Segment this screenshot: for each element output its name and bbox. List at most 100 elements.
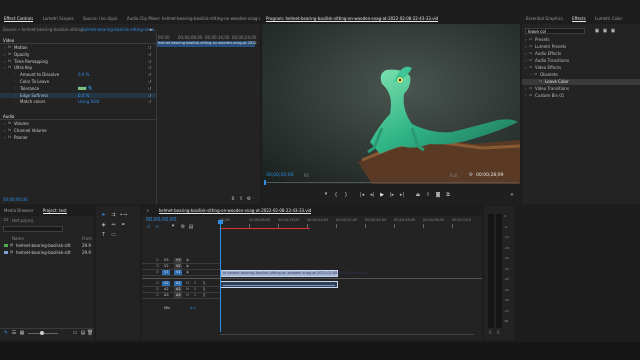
fit-dropdown[interactable]: Fit [304, 173, 309, 178]
new-bin-icon[interactable]: ▭ [72, 330, 78, 336]
tree-item[interactable]: Custom Bin 01 [535, 93, 564, 98]
go-to-out-icon[interactable]: ▸| [398, 192, 406, 198]
solo-left-button[interactable]: S [489, 330, 492, 335]
effect-row-label[interactable]: Panner [14, 135, 28, 140]
effect-row-label[interactable]: Color To Leave [20, 79, 49, 84]
tab-effects[interactable]: Effects [568, 14, 590, 24]
effect-row-toggle[interactable]: › [4, 45, 6, 50]
reset-icon[interactable]: ↺ [148, 52, 151, 57]
yuv-icon[interactable]: ▣ [610, 28, 616, 34]
tree-toggle[interactable]: › [525, 65, 527, 70]
tree-item[interactable]: Obsolete [540, 72, 558, 77]
step-forward-icon[interactable]: |▸ [388, 192, 396, 198]
tab-project[interactable]: Project: test [39, 206, 71, 216]
icon-view-icon[interactable]: ▦ [19, 330, 25, 336]
pencil-icon[interactable]: ✎ [3, 330, 9, 336]
reset-icon[interactable]: ↺ [148, 79, 151, 84]
project-header-name[interactable]: Name [12, 236, 24, 241]
tree-toggle[interactable]: › [525, 44, 527, 49]
timeline-playhead[interactable] [220, 220, 221, 332]
work-area-bar[interactable] [220, 228, 310, 229]
trash-icon[interactable]: 🗑 [87, 330, 93, 336]
list-view-icon[interactable]: ☰ [11, 330, 17, 336]
ripple-edit-tool-icon[interactable]: ⟷ [120, 212, 127, 218]
tab-sequence[interactable]: helmet-bearing-basilisk-sitting-on-woode… [155, 206, 316, 216]
linked-selection-icon[interactable]: ∞ [154, 224, 160, 230]
wrench-icon[interactable]: ⚙ [246, 196, 252, 202]
close-icon[interactable]: × [142, 206, 153, 216]
camera-icon[interactable]: ◙ [434, 192, 442, 198]
effect-controls-timecode[interactable]: 00;00;00;00 [3, 197, 27, 202]
accelerated-icon[interactable]: ▣ [594, 28, 600, 34]
mini-clip-bar[interactable]: helmet-bearing-basilisk-sitting-on-woode… [157, 41, 257, 47]
mark-in-icon[interactable]: { [332, 192, 340, 198]
tree-item[interactable]: Video Effects [535, 65, 561, 70]
project-item-name[interactable]: helmet-bearing-basilisk-sitt [16, 250, 71, 255]
timeline-ruler[interactable]: 00;00 00;00;08;00 00;00;16;00 00;00;24;00 00… [220, 216, 482, 232]
clip-a1[interactable] [220, 281, 338, 288]
tree-item[interactable]: Lumetri Presets [535, 44, 566, 49]
program-scrubber[interactable] [264, 182, 518, 183]
program-timecode-in[interactable]: 00;00;00;00 [266, 173, 293, 178]
effect-row-label[interactable]: Channel Volume [14, 128, 47, 133]
zoom-slider-thumb[interactable] [40, 331, 44, 335]
search-input[interactable]: leave col [525, 28, 585, 34]
solo-right-button[interactable]: S [497, 330, 500, 335]
tab-media-browser[interactable]: Media Browser [0, 206, 38, 216]
effect-row-label[interactable]: Tolerance [20, 86, 39, 91]
add-button[interactable]: + [508, 192, 516, 198]
eyedropper-icon[interactable]: ✎ [88, 86, 92, 91]
rectangle-tool-icon[interactable]: ▭ [110, 232, 117, 238]
32bit-icon[interactable]: ▣ [602, 28, 608, 34]
project-search-input[interactable] [3, 226, 63, 232]
razor-tool-icon[interactable]: ◈ [100, 222, 107, 228]
reset-icon[interactable]: ↺ [148, 99, 151, 104]
export-icon[interactable]: ⇪ [238, 196, 244, 202]
timeline-timecode[interactable]: 00;00;00;00 [146, 217, 177, 223]
reset-icon[interactable]: ↺ [148, 65, 151, 70]
full-dropdown[interactable]: Full [450, 173, 457, 178]
play-icon[interactable]: ▶ [378, 192, 386, 198]
selection-tool-icon[interactable]: ➤ [100, 212, 107, 218]
go-to-in-icon[interactable]: |◂ [358, 192, 366, 198]
add-marker-icon[interactable]: ⯆ [170, 224, 176, 230]
reset-icon[interactable]: ↺ [148, 86, 151, 91]
effect-row-toggle[interactable]: › [4, 59, 6, 64]
mark-out-icon[interactable]: } [342, 192, 350, 198]
tree-toggle[interactable]: › [525, 37, 527, 42]
timeline-playhead-head[interactable] [218, 220, 223, 224]
timeline-scrollbar[interactable] [220, 334, 474, 335]
tree-toggle[interactable]: › [525, 86, 527, 91]
effect-row-label[interactable]: Ultra Key [14, 65, 32, 70]
effect-row-label[interactable]: Time Remapping [14, 59, 48, 64]
effect-row-value[interactable]: Using RGB [78, 99, 99, 104]
tree-item[interactable]: Leave Color [545, 79, 569, 84]
sequence-label[interactable]: helmet-bearing-basilisk-sitting-on-w... [82, 27, 158, 32]
tab-essential-graphics[interactable]: Essential Graphics [522, 14, 567, 24]
effect-row-toggle[interactable]: › [4, 65, 6, 70]
color-swatch[interactable] [78, 87, 86, 90]
effect-row-label[interactable]: Opacity [14, 52, 29, 57]
effect-row-toggle[interactable]: › [4, 128, 6, 133]
effect-row-toggle[interactable]: › [4, 135, 6, 140]
tree-toggle[interactable]: › [525, 58, 527, 63]
new-item-icon[interactable]: ▤ [80, 330, 86, 336]
tab-effect-controls[interactable]: Effect Controls [0, 14, 37, 24]
tree-toggle[interactable]: › [530, 72, 532, 77]
pen-tool-icon[interactable]: ✒ [120, 222, 127, 228]
tree-item[interactable]: Presets [535, 37, 550, 42]
tab-lumetri-scopes[interactable]: Lumetri Scopes [39, 14, 78, 24]
wrench-icon[interactable]: ⚙ [468, 172, 474, 178]
add-marker-icon[interactable]: ⯆ [322, 192, 330, 198]
tab-audio-clip-mixer[interactable]: Audio Clip Mixer: helmet-bearing-basilis… [123, 14, 260, 24]
project-item-name[interactable]: helmet-bearing-basilisk-sitt [16, 243, 71, 248]
tab-lumetri-color[interactable]: Lumetri Color [591, 14, 626, 24]
filter-icon[interactable]: ⊻ [230, 196, 236, 202]
timeline-settings-icon[interactable]: ⚙ [180, 224, 186, 230]
extract-icon[interactable]: ⇪ [424, 192, 432, 198]
step-back-icon[interactable]: ◂| [368, 192, 376, 198]
effect-row-label[interactable]: Amount to Dissolve [20, 72, 59, 77]
effect-row-label[interactable]: Volume [14, 121, 29, 126]
track-select-tool-icon[interactable]: ⇉ [110, 212, 117, 218]
project-header-fr[interactable]: Fram [82, 236, 92, 241]
